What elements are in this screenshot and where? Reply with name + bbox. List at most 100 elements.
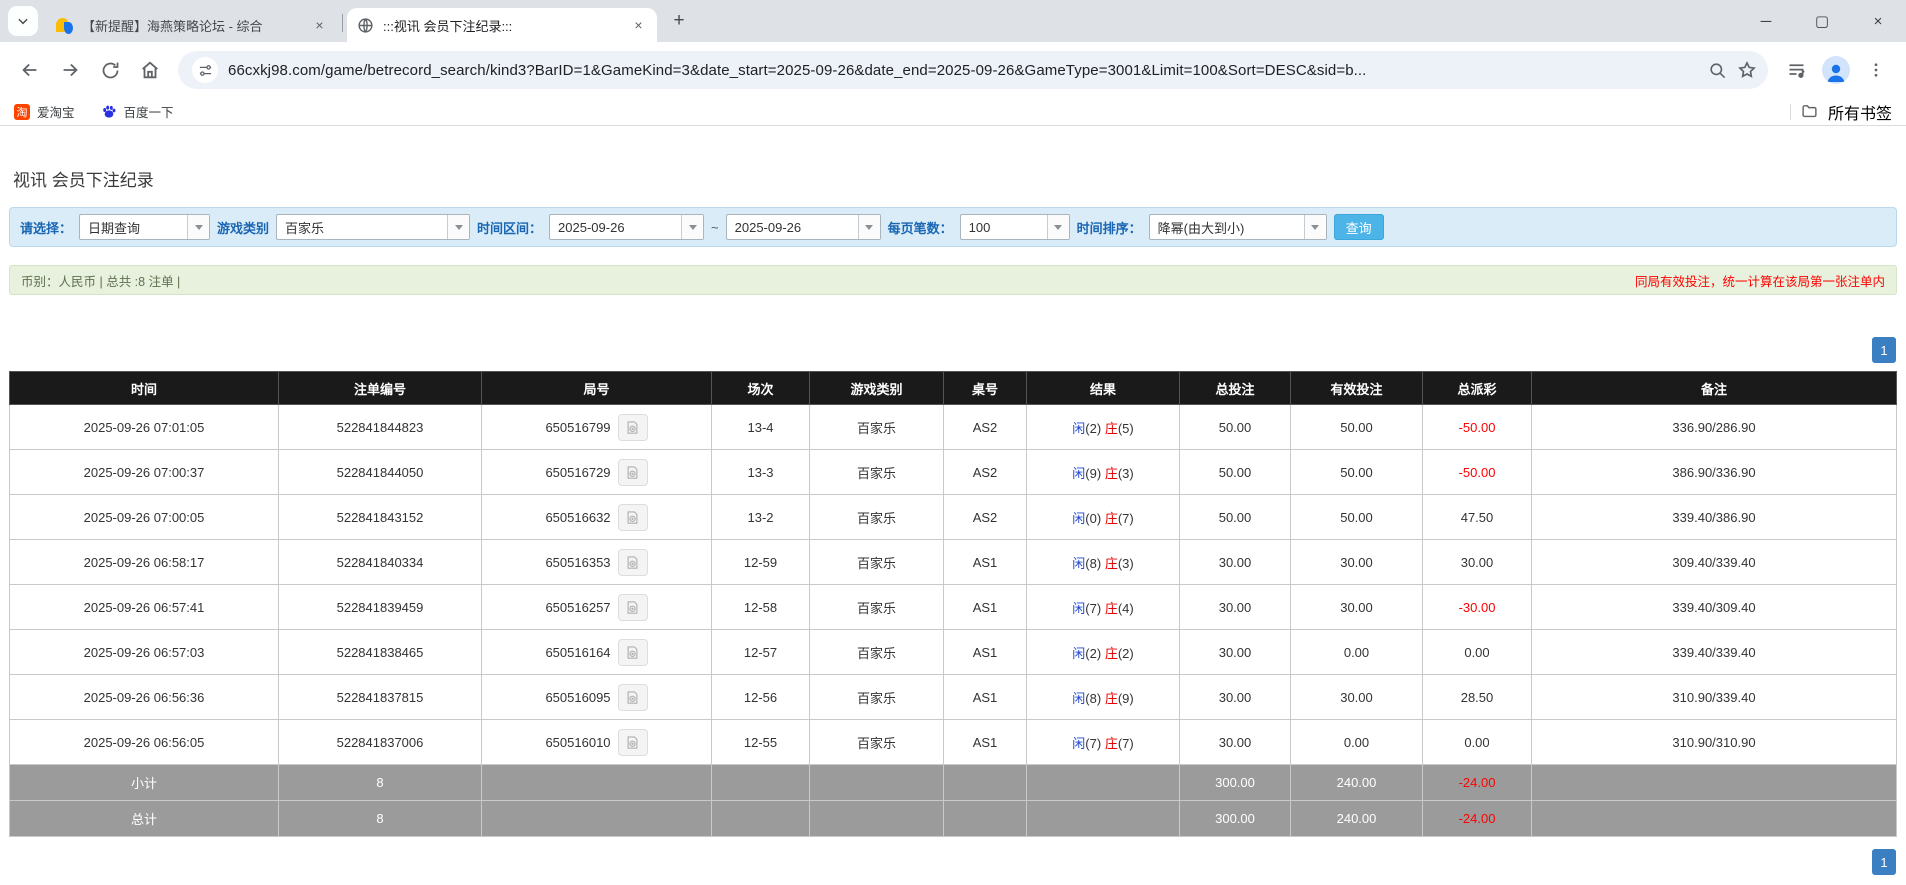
video-replay-button[interactable] xyxy=(618,414,648,441)
bet-id-cell: 522841837815 xyxy=(279,675,482,720)
pagination-page-1-top[interactable]: 1 xyxy=(1872,337,1896,363)
video-record-icon xyxy=(625,735,640,750)
table-no-cell: AS2 xyxy=(944,450,1027,495)
payout-cell: 30.00 xyxy=(1423,540,1532,585)
note-cell: 309.40/339.40 xyxy=(1532,540,1897,585)
table-no-cell: AS1 xyxy=(944,675,1027,720)
bookmark-taobao[interactable]: 淘 爱淘宝 xyxy=(14,102,75,121)
total-payout: -24.00 xyxy=(1423,801,1532,837)
total-bet-cell: 30.00 xyxy=(1180,630,1291,675)
query-type-label: 请选择： xyxy=(20,218,72,237)
three-dot-menu-icon xyxy=(1867,61,1885,79)
bookmark-star-button[interactable] xyxy=(1732,55,1762,85)
subtotal-row: 小计 8 300.00 240.00 -24.00 xyxy=(10,765,1897,801)
payout-cell: -50.00 xyxy=(1423,450,1532,495)
tab-title: 【新提醒】海燕策略论坛 - 综合 xyxy=(82,16,305,35)
table-row: 2025-09-26 06:56:05 522841837006 6505160… xyxy=(10,720,1897,765)
valid-bet-cell: 30.00 xyxy=(1291,585,1423,630)
round-cell: 650516010 xyxy=(482,720,712,765)
bookmark-baidu[interactable]: 百度一下 xyxy=(101,102,174,121)
session-cell: 13-2 xyxy=(712,495,810,540)
media-controls-button[interactable] xyxy=(1779,53,1813,87)
table-no-cell: AS2 xyxy=(944,405,1027,450)
profile-avatar[interactable] xyxy=(1822,56,1850,84)
tab-divider xyxy=(342,14,343,32)
col-header-total-bet: 总投注 xyxy=(1180,372,1291,405)
all-bookmarks[interactable]: 所有书签 xyxy=(1790,100,1892,124)
game-type-cell: 百家乐 xyxy=(810,495,944,540)
date-range-label: 时间区间： xyxy=(477,218,542,237)
tab-search-button[interactable] xyxy=(8,6,38,36)
table-no-cell: AS1 xyxy=(944,540,1027,585)
zoom-button[interactable] xyxy=(1702,55,1732,85)
address-bar[interactable]: 66cxkj98.com/game/betrecord_search/kind3… xyxy=(178,51,1768,89)
minimize-button[interactable]: ─ xyxy=(1738,0,1794,42)
time-cell: 2025-09-26 06:56:36 xyxy=(10,675,279,720)
page-size-select[interactable]: 100 xyxy=(960,214,1070,240)
dropdown-arrow-icon xyxy=(681,215,703,239)
table-no-cell: AS1 xyxy=(944,630,1027,675)
tab-forum[interactable]: 【新提醒】海燕策略论坛 - 综合 × xyxy=(46,8,338,42)
total-bet-cell: 50.00 xyxy=(1180,405,1291,450)
subtotal-total-bet: 300.00 xyxy=(1180,765,1291,801)
video-replay-button[interactable] xyxy=(618,504,648,531)
forward-button[interactable] xyxy=(53,53,87,87)
bookmark-label: 爱淘宝 xyxy=(37,102,75,121)
session-cell: 13-3 xyxy=(712,450,810,495)
total-bet-cell: 30.00 xyxy=(1180,585,1291,630)
video-replay-button[interactable] xyxy=(618,684,648,711)
time-cell: 2025-09-26 07:00:05 xyxy=(10,495,279,540)
total-label: 总计 xyxy=(10,801,279,837)
search-button[interactable]: 查询 xyxy=(1334,214,1384,240)
tab-bet-records[interactable]: :::视讯 会员下注纪录::: × xyxy=(347,8,657,42)
globe-favicon-icon xyxy=(357,17,374,34)
bet-id-cell: 522841838465 xyxy=(279,630,482,675)
browser-menu-button[interactable] xyxy=(1859,53,1893,87)
close-button[interactable]: × xyxy=(1850,0,1906,42)
video-replay-button[interactable] xyxy=(618,459,648,486)
date-end-input[interactable]: 2025-09-26 xyxy=(726,214,881,240)
result-cell: 闲(2) 庄(2) xyxy=(1027,630,1180,675)
table-no-cell: AS1 xyxy=(944,585,1027,630)
time-cell: 2025-09-26 07:00:37 xyxy=(10,450,279,495)
video-record-icon xyxy=(625,645,640,660)
result-cell: 闲(2) 庄(5) xyxy=(1027,405,1180,450)
dropdown-arrow-icon xyxy=(858,215,880,239)
reload-button[interactable] xyxy=(93,53,127,87)
round-cell: 650516632 xyxy=(482,495,712,540)
result-cell: 闲(8) 庄(3) xyxy=(1027,540,1180,585)
video-replay-button[interactable] xyxy=(618,639,648,666)
subtotal-label: 小计 xyxy=(10,765,279,801)
col-header-note: 备注 xyxy=(1532,372,1897,405)
result-cell: 闲(7) 庄(4) xyxy=(1027,585,1180,630)
total-bet-cell: 30.00 xyxy=(1180,540,1291,585)
tab-title: :::视讯 会员下注纪录::: xyxy=(383,16,624,35)
pagination-page-1-bottom[interactable]: 1 xyxy=(1872,849,1896,875)
video-replay-button[interactable] xyxy=(618,729,648,756)
new-tab-button[interactable]: + xyxy=(665,7,693,35)
maximize-button[interactable]: ▢ xyxy=(1794,0,1850,42)
valid-bet-cell: 50.00 xyxy=(1291,495,1423,540)
browser-toolbar: 66cxkj98.com/game/betrecord_search/kind3… xyxy=(0,42,1906,98)
payout-cell: 47.50 xyxy=(1423,495,1532,540)
back-button[interactable] xyxy=(13,53,47,87)
query-type-select[interactable]: 日期查询 xyxy=(79,214,210,240)
video-replay-button[interactable] xyxy=(618,549,648,576)
tab-strip: 【新提醒】海燕策略论坛 - 综合 × :::视讯 会员下注纪录::: × + ─… xyxy=(0,0,1906,42)
note-cell: 310.90/310.90 xyxy=(1532,720,1897,765)
tab-close-icon[interactable]: × xyxy=(630,17,647,34)
tab-close-icon[interactable]: × xyxy=(311,17,328,34)
date-start-input[interactable]: 2025-09-26 xyxy=(549,214,704,240)
video-replay-button[interactable] xyxy=(618,594,648,621)
home-button[interactable] xyxy=(133,53,167,87)
url-text[interactable]: 66cxkj98.com/game/betrecord_search/kind3… xyxy=(228,62,1702,79)
browser-window: 【新提醒】海燕策略论坛 - 综合 × :::视讯 会员下注纪录::: × + ─… xyxy=(0,0,1906,885)
bookmarks-divider xyxy=(1790,104,1791,120)
payout-cell: -50.00 xyxy=(1423,405,1532,450)
total-bet-cell: 50.00 xyxy=(1180,495,1291,540)
sort-select[interactable]: 降幂(由大到小) xyxy=(1149,214,1327,240)
media-controls-icon xyxy=(1786,60,1807,81)
video-record-icon xyxy=(625,510,640,525)
game-type-select[interactable]: 百家乐 xyxy=(276,214,470,240)
site-settings-button[interactable] xyxy=(192,57,218,83)
